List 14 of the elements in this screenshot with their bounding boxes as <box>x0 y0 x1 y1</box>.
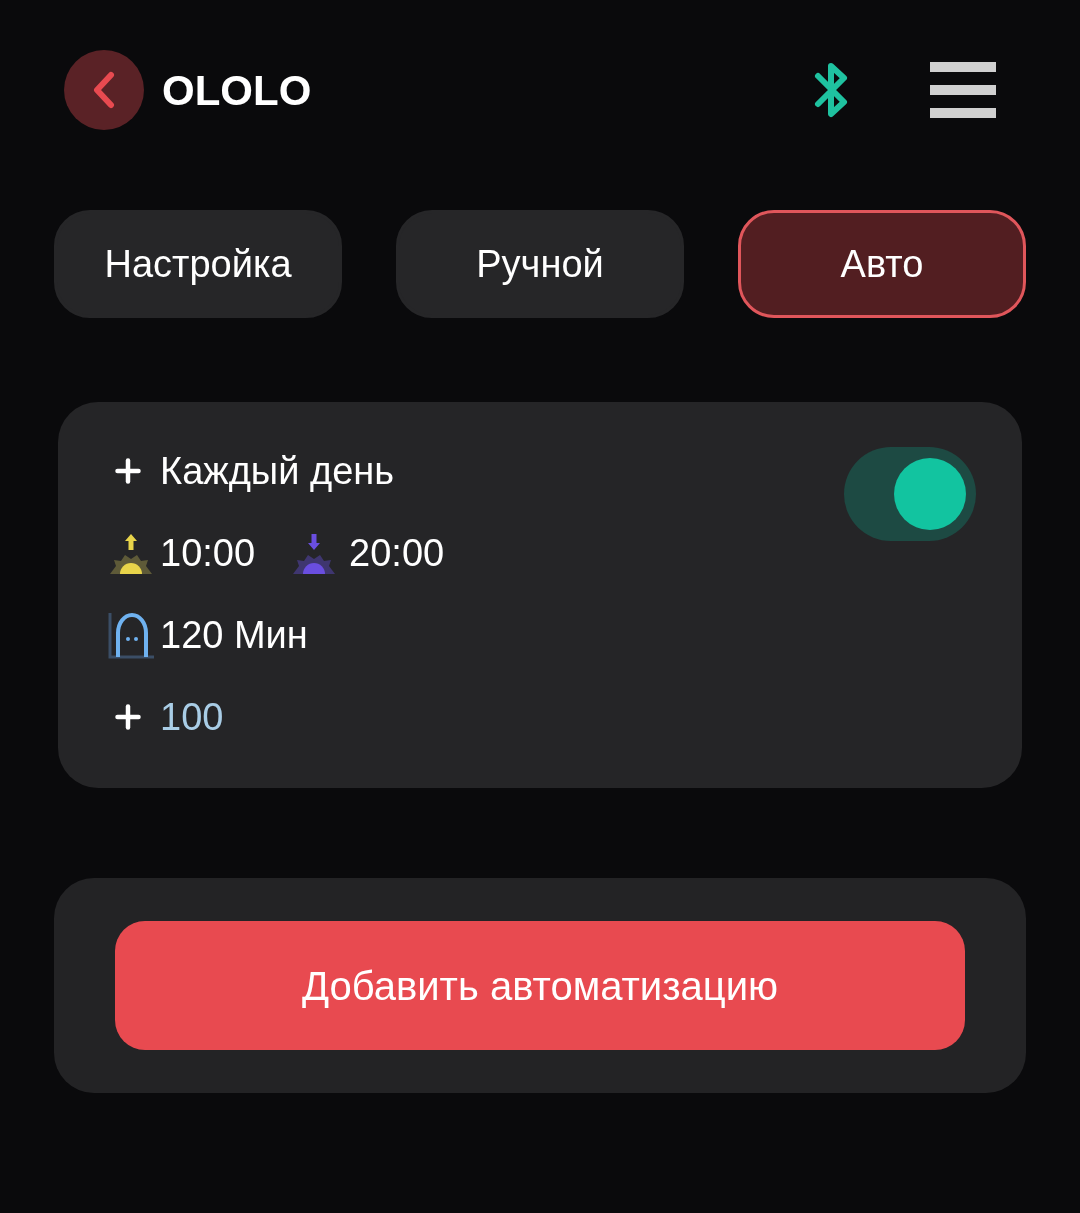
curve-chart-icon <box>108 611 156 659</box>
schedule-label: Каждый день <box>160 448 395 494</box>
end-time: 20:00 <box>349 530 445 576</box>
menu-icon[interactable] <box>930 62 996 118</box>
toggle-thumb <box>894 458 966 530</box>
duration-label: 120 Мин <box>160 612 308 658</box>
device-title: OLOLO <box>162 65 312 116</box>
mode-tab[interactable]: Ручной <box>396 210 684 318</box>
start-time: 10:00 <box>160 530 256 576</box>
mode-tab[interactable]: Настройка <box>54 210 342 318</box>
mode-tab[interactable]: Авто <box>738 210 1026 318</box>
intensity-value: 100 <box>160 694 224 740</box>
back-icon <box>91 71 117 109</box>
add-automation-button[interactable]: Добавить автоматизацию <box>115 921 965 1050</box>
